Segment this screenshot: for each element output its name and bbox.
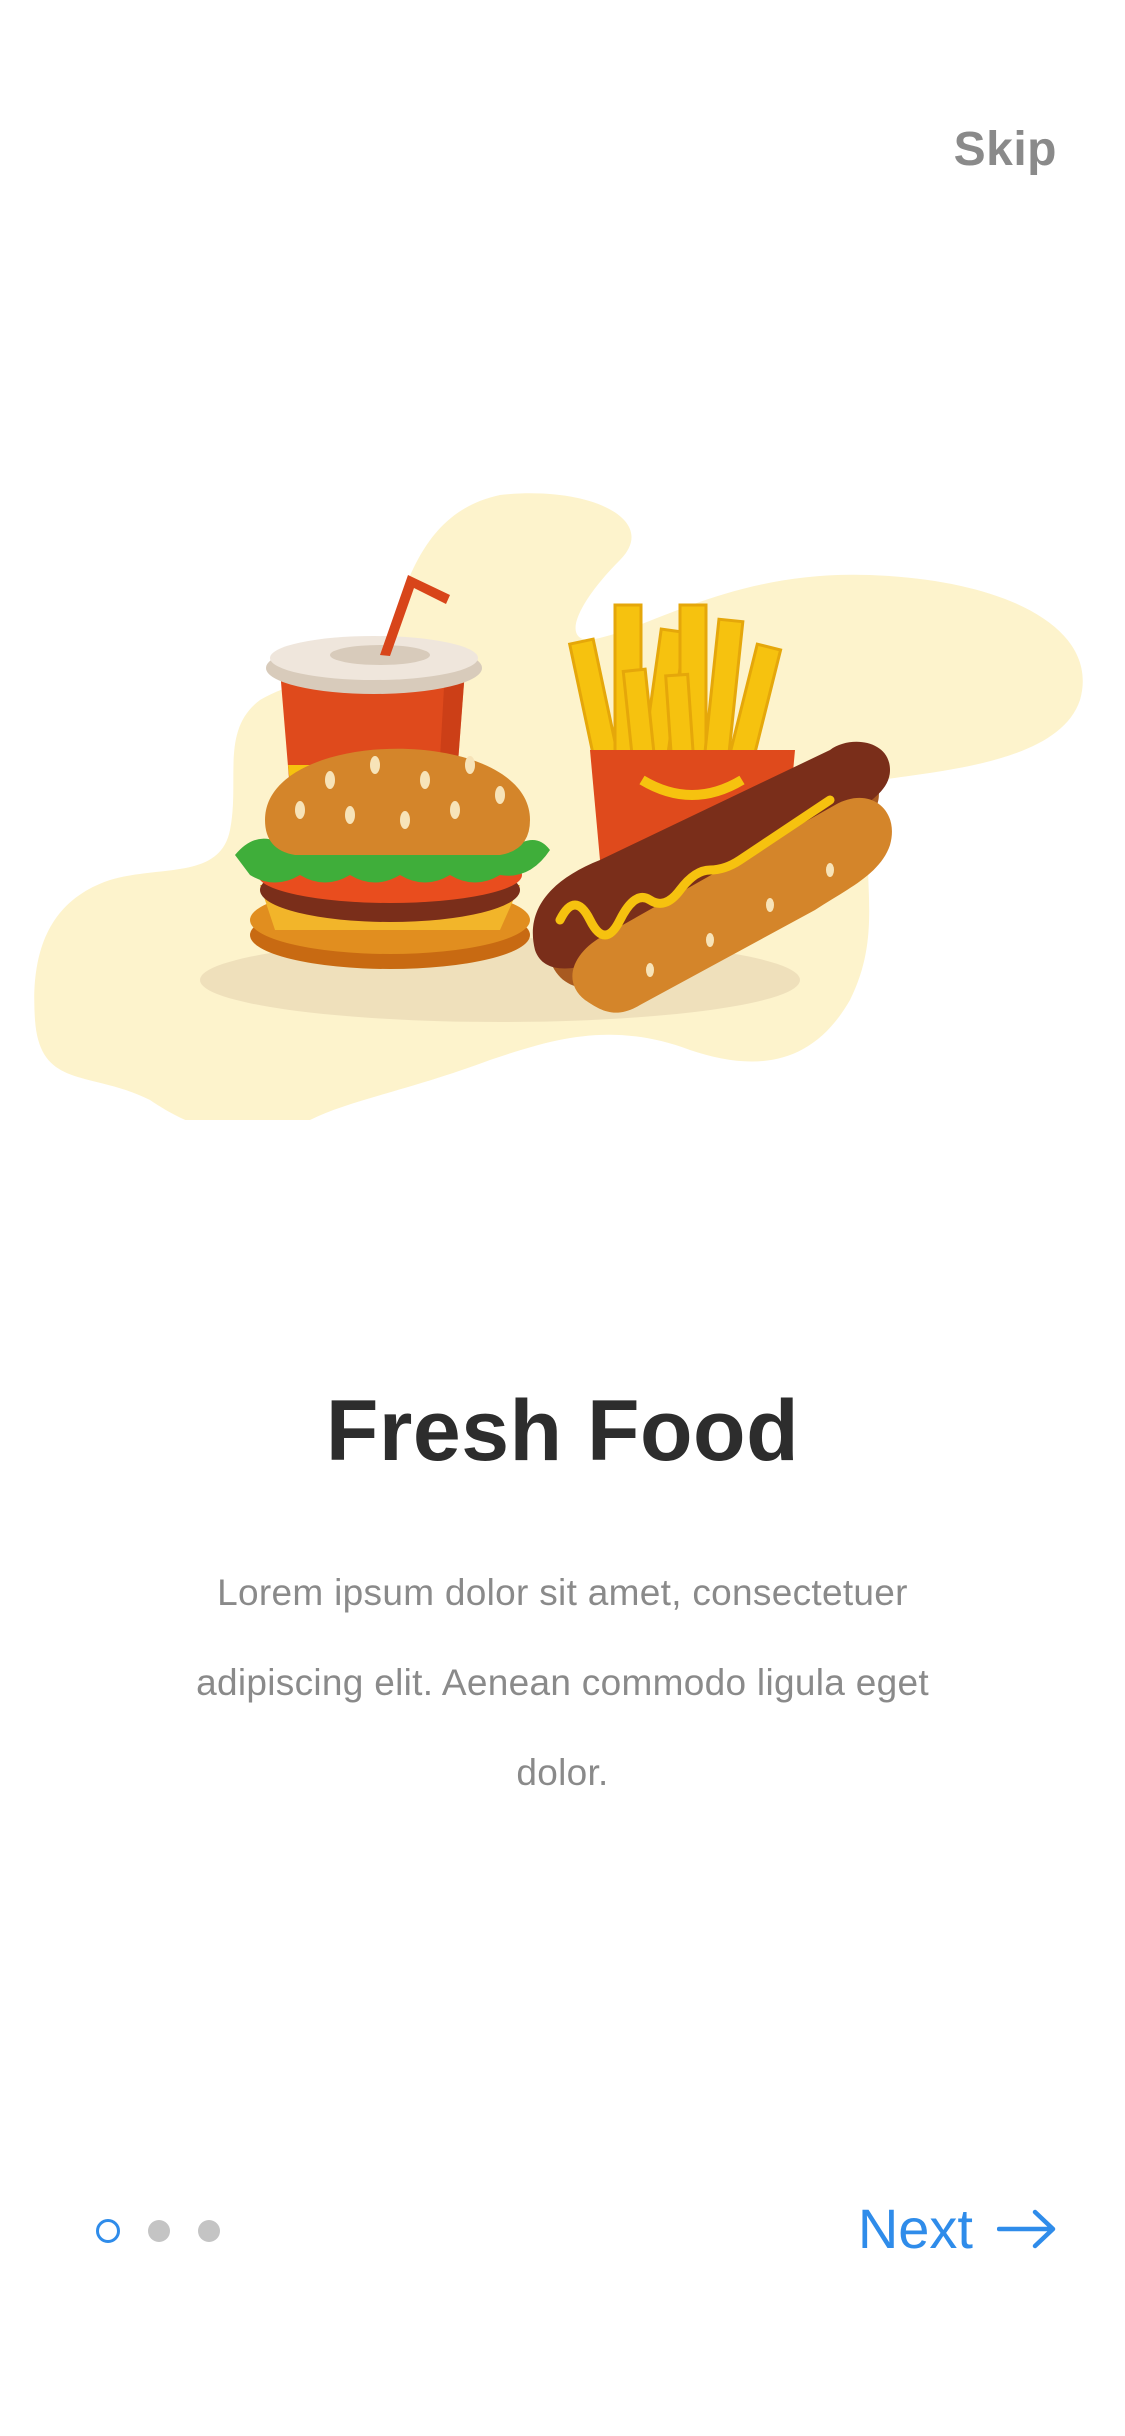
arrow-right-icon bbox=[997, 2209, 1056, 2248]
pagination-dots bbox=[96, 2219, 220, 2243]
page-indicator-1[interactable] bbox=[96, 2219, 120, 2243]
page-title: Fresh Food bbox=[325, 1383, 800, 1479]
fast-food-illustration bbox=[34, 493, 1083, 1120]
page-indicator-3[interactable] bbox=[198, 2220, 220, 2242]
next-button[interactable]: Next bbox=[858, 2196, 1057, 2261]
page-indicator-2[interactable] bbox=[148, 2220, 170, 2242]
skip-button[interactable]: Skip bbox=[954, 122, 1057, 177]
onboarding-screen: Skip Fresh Food Lorem ipsum dolor sit am… bbox=[0, 0, 1125, 2436]
background-blob bbox=[34, 493, 1083, 1120]
next-button-label: Next bbox=[857, 2197, 973, 2260]
page-description: Lorem ipsum dolor sit amet, consectetuer… bbox=[196, 1572, 929, 1793]
